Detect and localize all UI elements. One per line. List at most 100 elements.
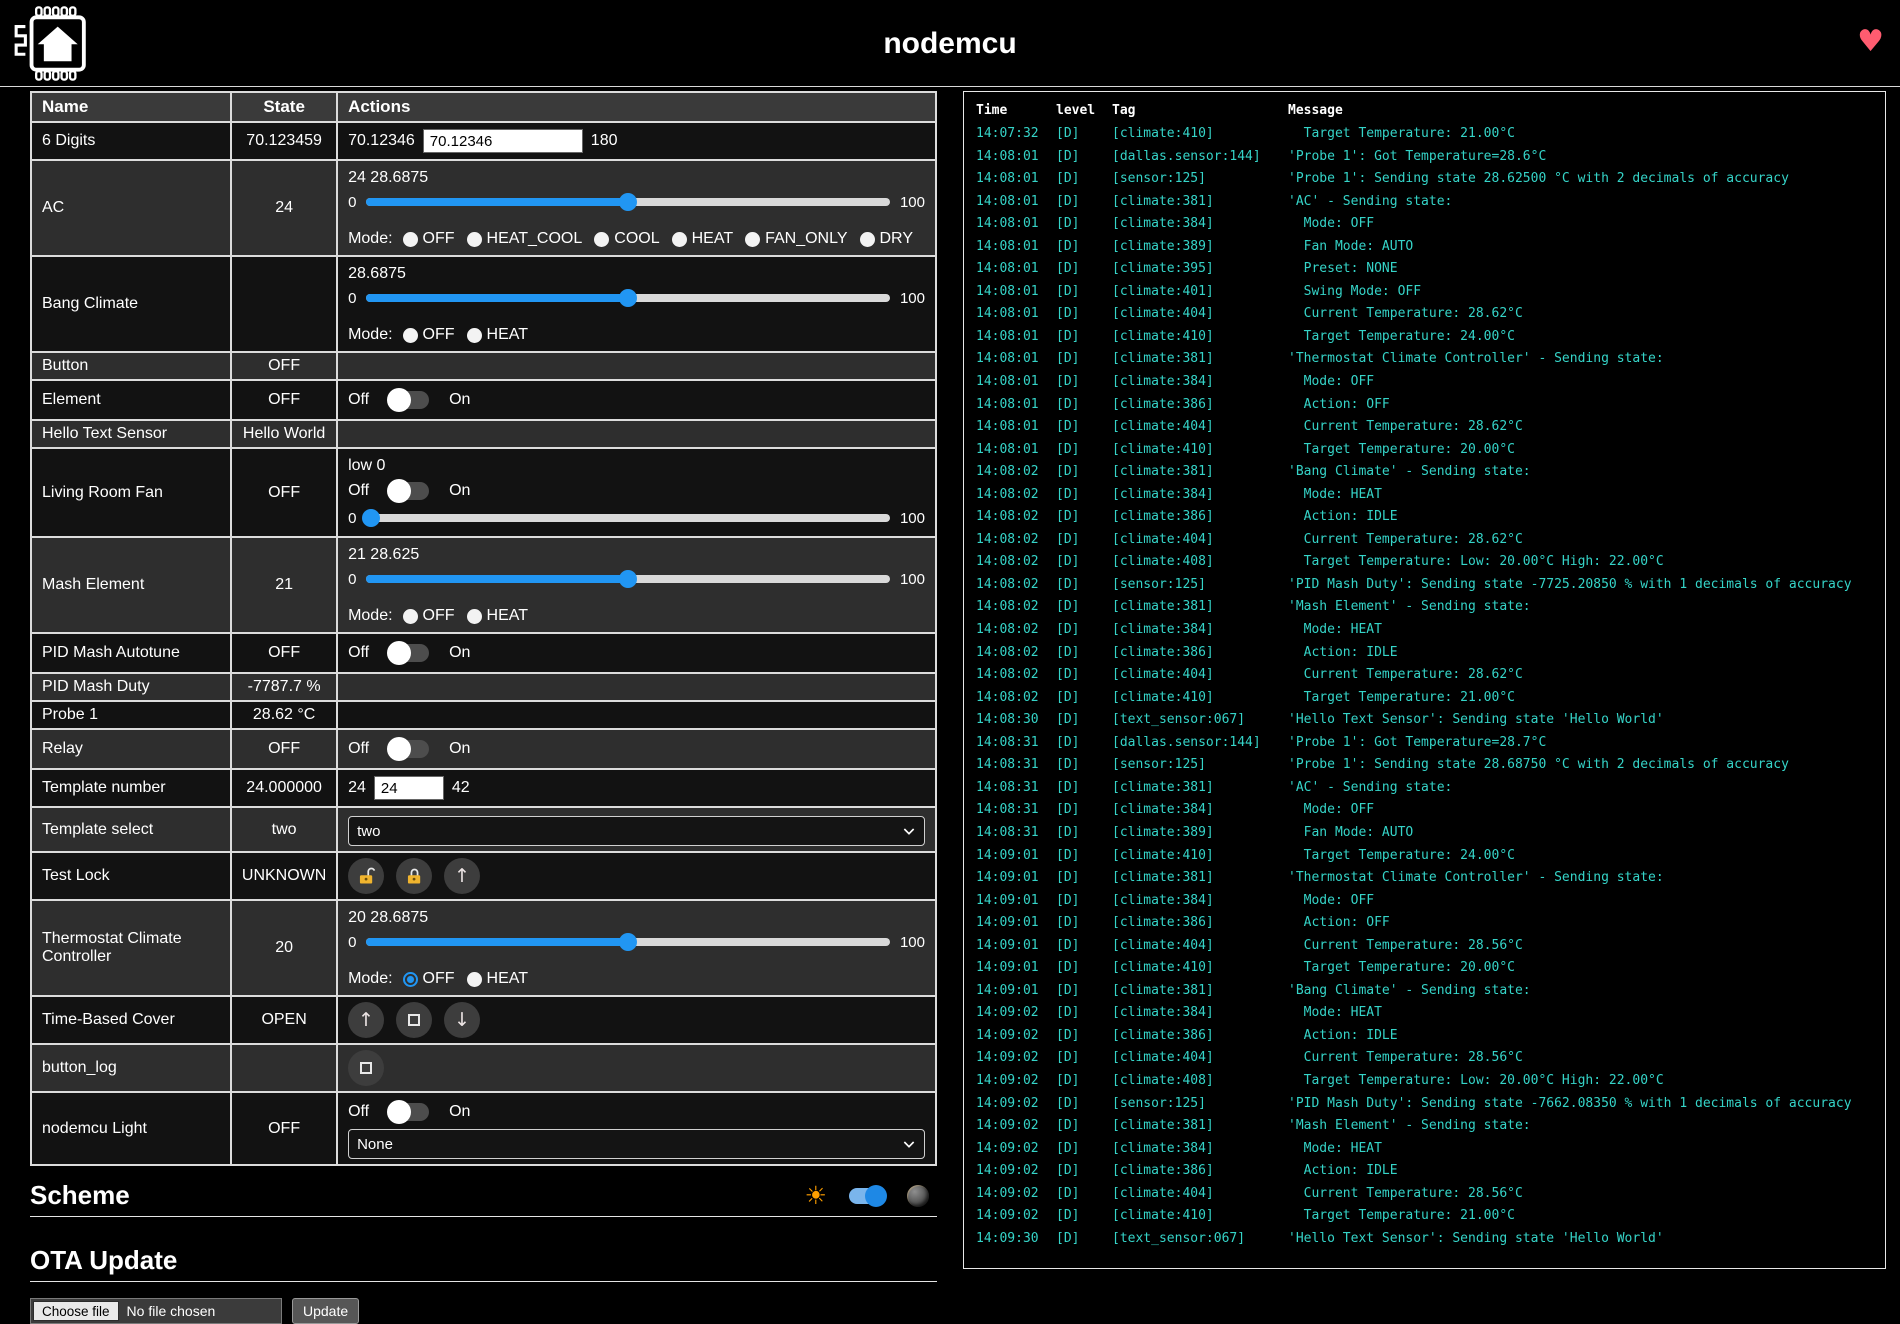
entity-name: Living Room Fan: [31, 448, 231, 537]
slider-thumb[interactable]: [619, 289, 637, 307]
radio-heat[interactable]: [467, 972, 482, 987]
toggle-knob[interactable]: [387, 641, 411, 665]
toggle-knob[interactable]: [387, 737, 411, 761]
log-level: [D]: [1056, 506, 1112, 529]
arrow-up-button[interactable]: ↑: [444, 858, 480, 894]
slider-thumb[interactable]: [362, 509, 380, 527]
slider-thumb[interactable]: [619, 570, 637, 588]
slider-track[interactable]: [366, 294, 890, 302]
entity-state: 28.62 °C: [231, 701, 337, 729]
scheme-toggle[interactable]: [847, 1185, 887, 1207]
radio-heat_cool[interactable]: [467, 232, 482, 247]
log-row: 14:08:01[D][climate:410] Target Temperat…: [976, 326, 1873, 349]
slider-max-label: 100: [900, 510, 925, 527]
entity-state: OPEN: [231, 996, 337, 1044]
log-tag: [climate:384]: [1112, 213, 1288, 236]
radio-off[interactable]: [403, 972, 418, 987]
number-input[interactable]: [374, 776, 444, 800]
radio-heat[interactable]: [467, 609, 482, 624]
slider-thumb[interactable]: [619, 933, 637, 951]
entity-state: -7787.7 %: [231, 673, 337, 701]
stop-button[interactable]: [396, 1002, 432, 1038]
number-max-value: 42: [452, 779, 470, 797]
toggle-switch[interactable]: [387, 641, 431, 665]
radio-label-fan_only: FAN_ONLY: [765, 230, 847, 248]
log-message: Swing Mode: OFF: [1288, 281, 1873, 304]
update-button[interactable]: Update: [292, 1298, 359, 1324]
log-tag: [sensor:125]: [1112, 168, 1288, 191]
toggle-knob[interactable]: [865, 1185, 887, 1207]
select-input[interactable]: two: [348, 816, 925, 846]
log-message: Target Temperature: 21.00°C: [1288, 1205, 1873, 1228]
radio-heat[interactable]: [467, 328, 482, 343]
radio-off[interactable]: [403, 232, 418, 247]
lock-icon: [404, 866, 425, 887]
radio-off[interactable]: [403, 328, 418, 343]
log-message: Mode: OFF: [1288, 371, 1873, 394]
lock-button[interactable]: [396, 858, 432, 894]
log-column-time: Time: [976, 103, 1056, 118]
entity-row: 6 Digits70.12345970.12346180: [31, 122, 936, 160]
log-level: [D]: [1056, 1160, 1112, 1183]
radio-dry[interactable]: [860, 232, 875, 247]
log-time: 14:08:02: [976, 461, 1056, 484]
entity-row: ButtonOFF: [31, 352, 936, 380]
select-input[interactable]: None: [348, 1129, 925, 1159]
toggle-switch[interactable]: [387, 479, 431, 503]
unlock-button[interactable]: [348, 858, 384, 894]
radio-off[interactable]: [403, 609, 418, 624]
toggle-switch[interactable]: [387, 388, 431, 412]
radio-heat[interactable]: [672, 232, 687, 247]
entity-row: ElementOFFOffOn: [31, 380, 936, 420]
log-row: 14:08:01[D][climate:410] Target Temperat…: [976, 439, 1873, 462]
toggle-switch[interactable]: [387, 1100, 431, 1124]
number-input[interactable]: [423, 129, 583, 153]
log-message: Current Temperature: 28.56°C: [1288, 1047, 1873, 1070]
slider-thumb[interactable]: [619, 193, 637, 211]
slider-track[interactable]: [366, 575, 890, 583]
log-message: Target Temperature: 20.00°C: [1288, 957, 1873, 980]
log-message: Target Temperature: 21.00°C: [1288, 687, 1873, 710]
radio-cool[interactable]: [594, 232, 609, 247]
arrow-up-button[interactable]: ↑: [348, 1002, 384, 1038]
choose-file-button[interactable]: Choose file: [33, 1301, 119, 1321]
toggle-knob[interactable]: [387, 479, 411, 503]
log-message: Current Temperature: 28.56°C: [1288, 1183, 1873, 1206]
radio-fan_only[interactable]: [745, 232, 760, 247]
entity-name: Template number: [31, 769, 231, 807]
log-message: 'AC' - Sending state:: [1288, 191, 1873, 214]
log-level: [D]: [1056, 799, 1112, 822]
column-header-actions: Actions: [337, 92, 936, 122]
file-input[interactable]: Choose file No file chosen: [30, 1298, 282, 1324]
log-message: 'Thermostat Climate Controller' - Sendin…: [1288, 348, 1873, 371]
radio-label-off: OFF: [423, 970, 455, 988]
log-tag: [climate:384]: [1112, 1138, 1288, 1161]
toggle-knob[interactable]: [387, 1100, 411, 1124]
stop-button[interactable]: [348, 1050, 384, 1086]
slider-track[interactable]: [366, 938, 890, 946]
toggle-switch[interactable]: [387, 737, 431, 761]
stop-icon: [408, 1014, 420, 1026]
log-time: 14:09:01: [976, 845, 1056, 868]
log-message: Action: OFF: [1288, 394, 1873, 417]
arrow-up-icon: ↑: [358, 1011, 374, 1030]
entity-actions: 20 28.68750100Mode:OFFHEAT: [337, 900, 936, 996]
log-row: 14:08:01[D][dallas.sensor:144]'Probe 1':…: [976, 146, 1873, 169]
button-group: ↑↓: [348, 1002, 925, 1038]
log-time: 14:09:02: [976, 1025, 1056, 1048]
log-time: 14:08:31: [976, 822, 1056, 845]
radio-label-dry: DRY: [880, 230, 914, 248]
log-time: 14:09:02: [976, 1002, 1056, 1025]
log-message: Mode: HEAT: [1288, 1138, 1873, 1161]
entity-state: OFF: [231, 633, 337, 673]
log-level: [D]: [1056, 1138, 1112, 1161]
log-level: [D]: [1056, 1093, 1112, 1116]
arrow-down-button[interactable]: ↓: [444, 1002, 480, 1038]
log-level: [D]: [1056, 777, 1112, 800]
toggle-knob[interactable]: [387, 388, 411, 412]
entity-state: OFF: [231, 352, 337, 380]
slider-track[interactable]: [366, 514, 890, 522]
log-panel[interactable]: Time level Tag Message 14:07:32[D][clima…: [963, 91, 1886, 1269]
slider-track[interactable]: [366, 198, 890, 206]
entity-state: two: [231, 807, 337, 852]
